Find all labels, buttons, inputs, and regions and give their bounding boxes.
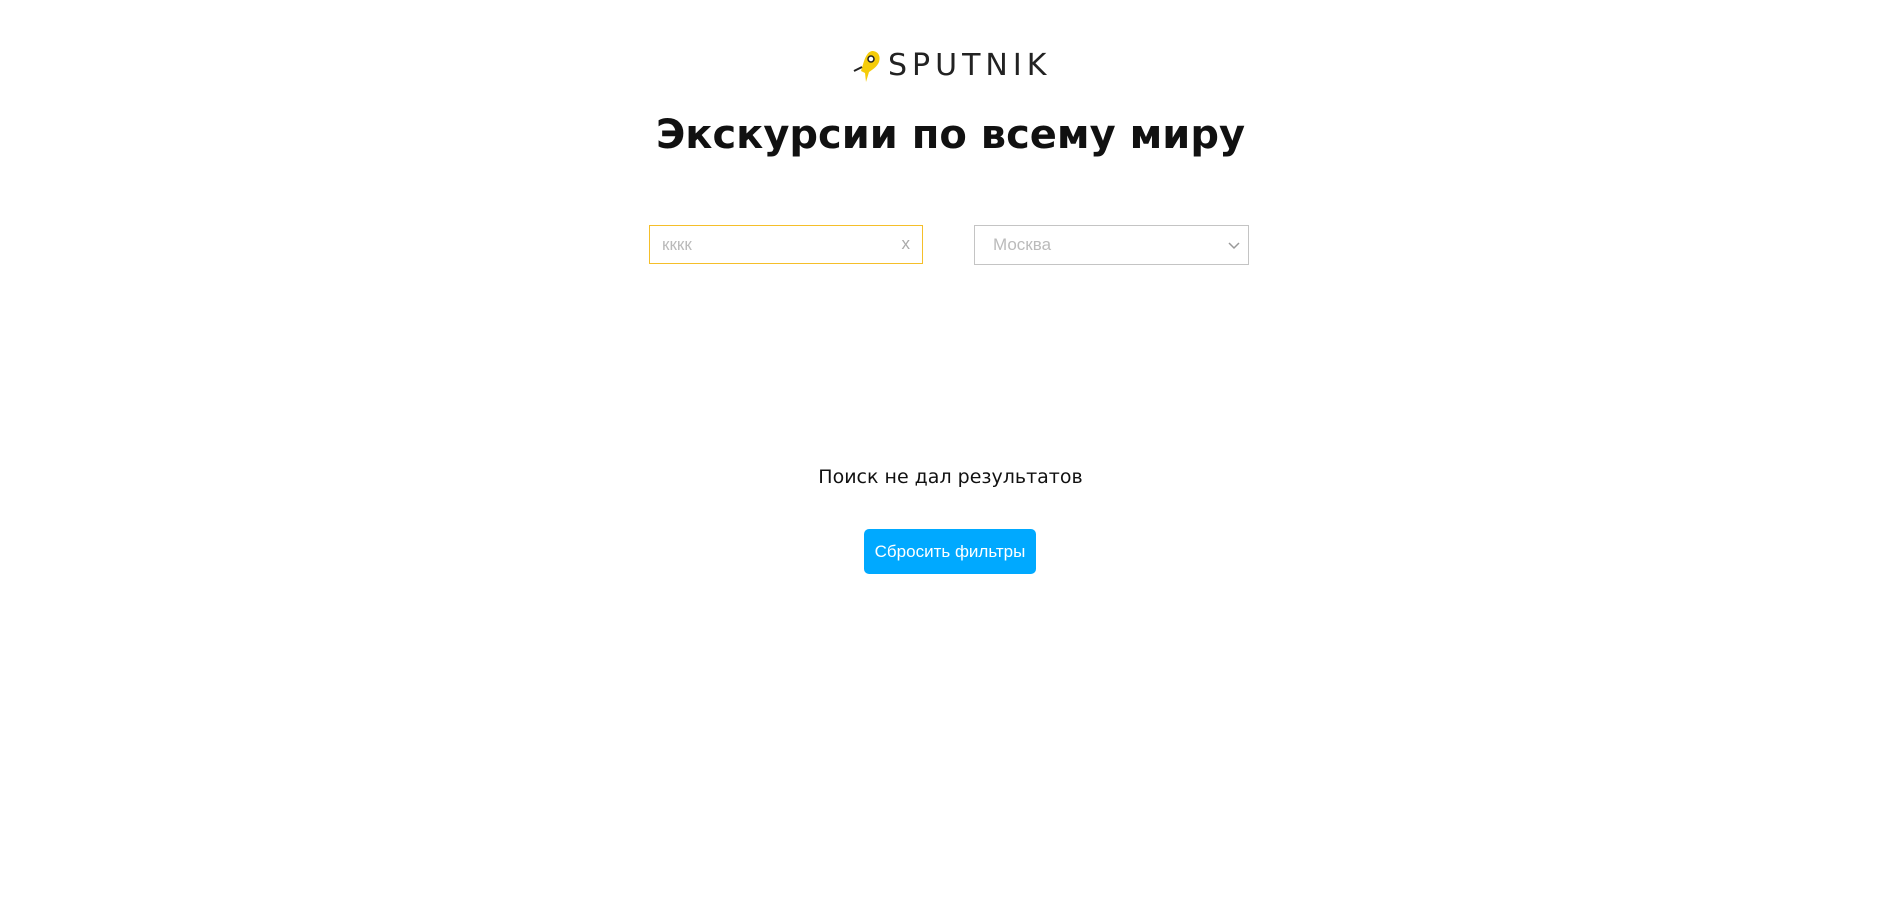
city-select[interactable]: Москва xyxy=(974,225,1249,265)
chevron-down-icon xyxy=(1228,242,1240,250)
rocket-logo-icon xyxy=(853,50,880,82)
clear-search-button[interactable]: x xyxy=(902,234,911,254)
page-title: Экскурсии по всему миру xyxy=(655,112,1246,158)
logo[interactable]: SPUTNIK xyxy=(852,48,1051,83)
logo-text: SPUTNIK xyxy=(888,48,1052,83)
search-field[interactable]: x xyxy=(649,225,923,264)
search-input[interactable] xyxy=(650,226,894,263)
no-results-message: Поиск не дал результатов xyxy=(818,466,1083,488)
city-select-value: Москва xyxy=(993,235,1052,254)
reset-filters-button[interactable]: Сбросить фильтры xyxy=(864,529,1036,574)
